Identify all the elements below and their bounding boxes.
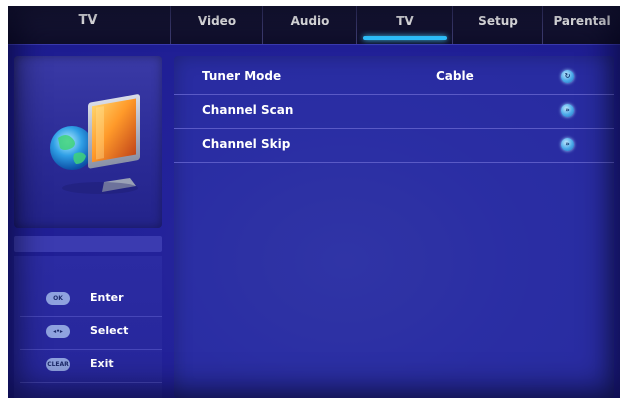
menu-item-value: Cable (436, 69, 474, 83)
tv-settings-panel: Tuner Mode Cable ↻ Channel Scan » Channe… (174, 56, 614, 398)
help-label: Exit (90, 357, 114, 370)
help-item-select: ◂•▸ Select (20, 317, 162, 350)
help-item-enter: OK Enter (20, 284, 162, 317)
tab-label: TV (396, 14, 414, 28)
menu-item-label: Channel Scan (202, 103, 294, 117)
menu-item-channel-scan[interactable]: Channel Scan » (174, 94, 614, 129)
tv-menu-screen: TV Video Audio TV Setup Parental OK Ente… (8, 6, 620, 398)
help-item-exit: CLEAR Exit (20, 350, 162, 383)
ok-key-icon: OK (46, 292, 70, 305)
menu-item-label: Tuner Mode (202, 69, 282, 83)
help-label: Select (90, 324, 129, 337)
tab-label: Audio (290, 14, 330, 28)
menu-item-channel-skip[interactable]: Channel Skip » (174, 128, 614, 163)
help-label: Enter (90, 291, 124, 304)
left-divider-strip (14, 236, 162, 252)
menu-item-label: Channel Skip (202, 137, 291, 151)
tab-tv[interactable]: TV (356, 6, 453, 44)
active-tab-indicator (363, 36, 447, 40)
menu-item-tuner-mode[interactable]: Tuner Mode Cable ↻ (174, 60, 614, 95)
clear-key-icon: CLEAR (46, 358, 70, 371)
forward-icon[interactable]: » (561, 138, 574, 151)
tab-video[interactable]: Video (170, 6, 263, 44)
tab-label: Setup (478, 14, 518, 28)
cycle-icon[interactable]: ↻ (561, 70, 574, 83)
top-menu-bar: TV Video Audio TV Setup Parental (8, 6, 620, 45)
tab-audio[interactable]: Audio (262, 6, 357, 44)
tab-parental[interactable]: Parental (542, 6, 620, 44)
dpad-key-icon: ◂•▸ (46, 325, 70, 338)
tab-label: Parental (553, 14, 611, 28)
app-title: TV (78, 13, 98, 28)
tab-label: Video (197, 14, 237, 28)
tv-globe-icon (50, 94, 140, 194)
remote-help-panel: OK Enter ◂•▸ Select CLEAR Exit (14, 256, 162, 398)
menu-illustration-panel (14, 56, 162, 228)
forward-icon[interactable]: » (561, 104, 574, 117)
tab-setup[interactable]: Setup (452, 6, 543, 44)
